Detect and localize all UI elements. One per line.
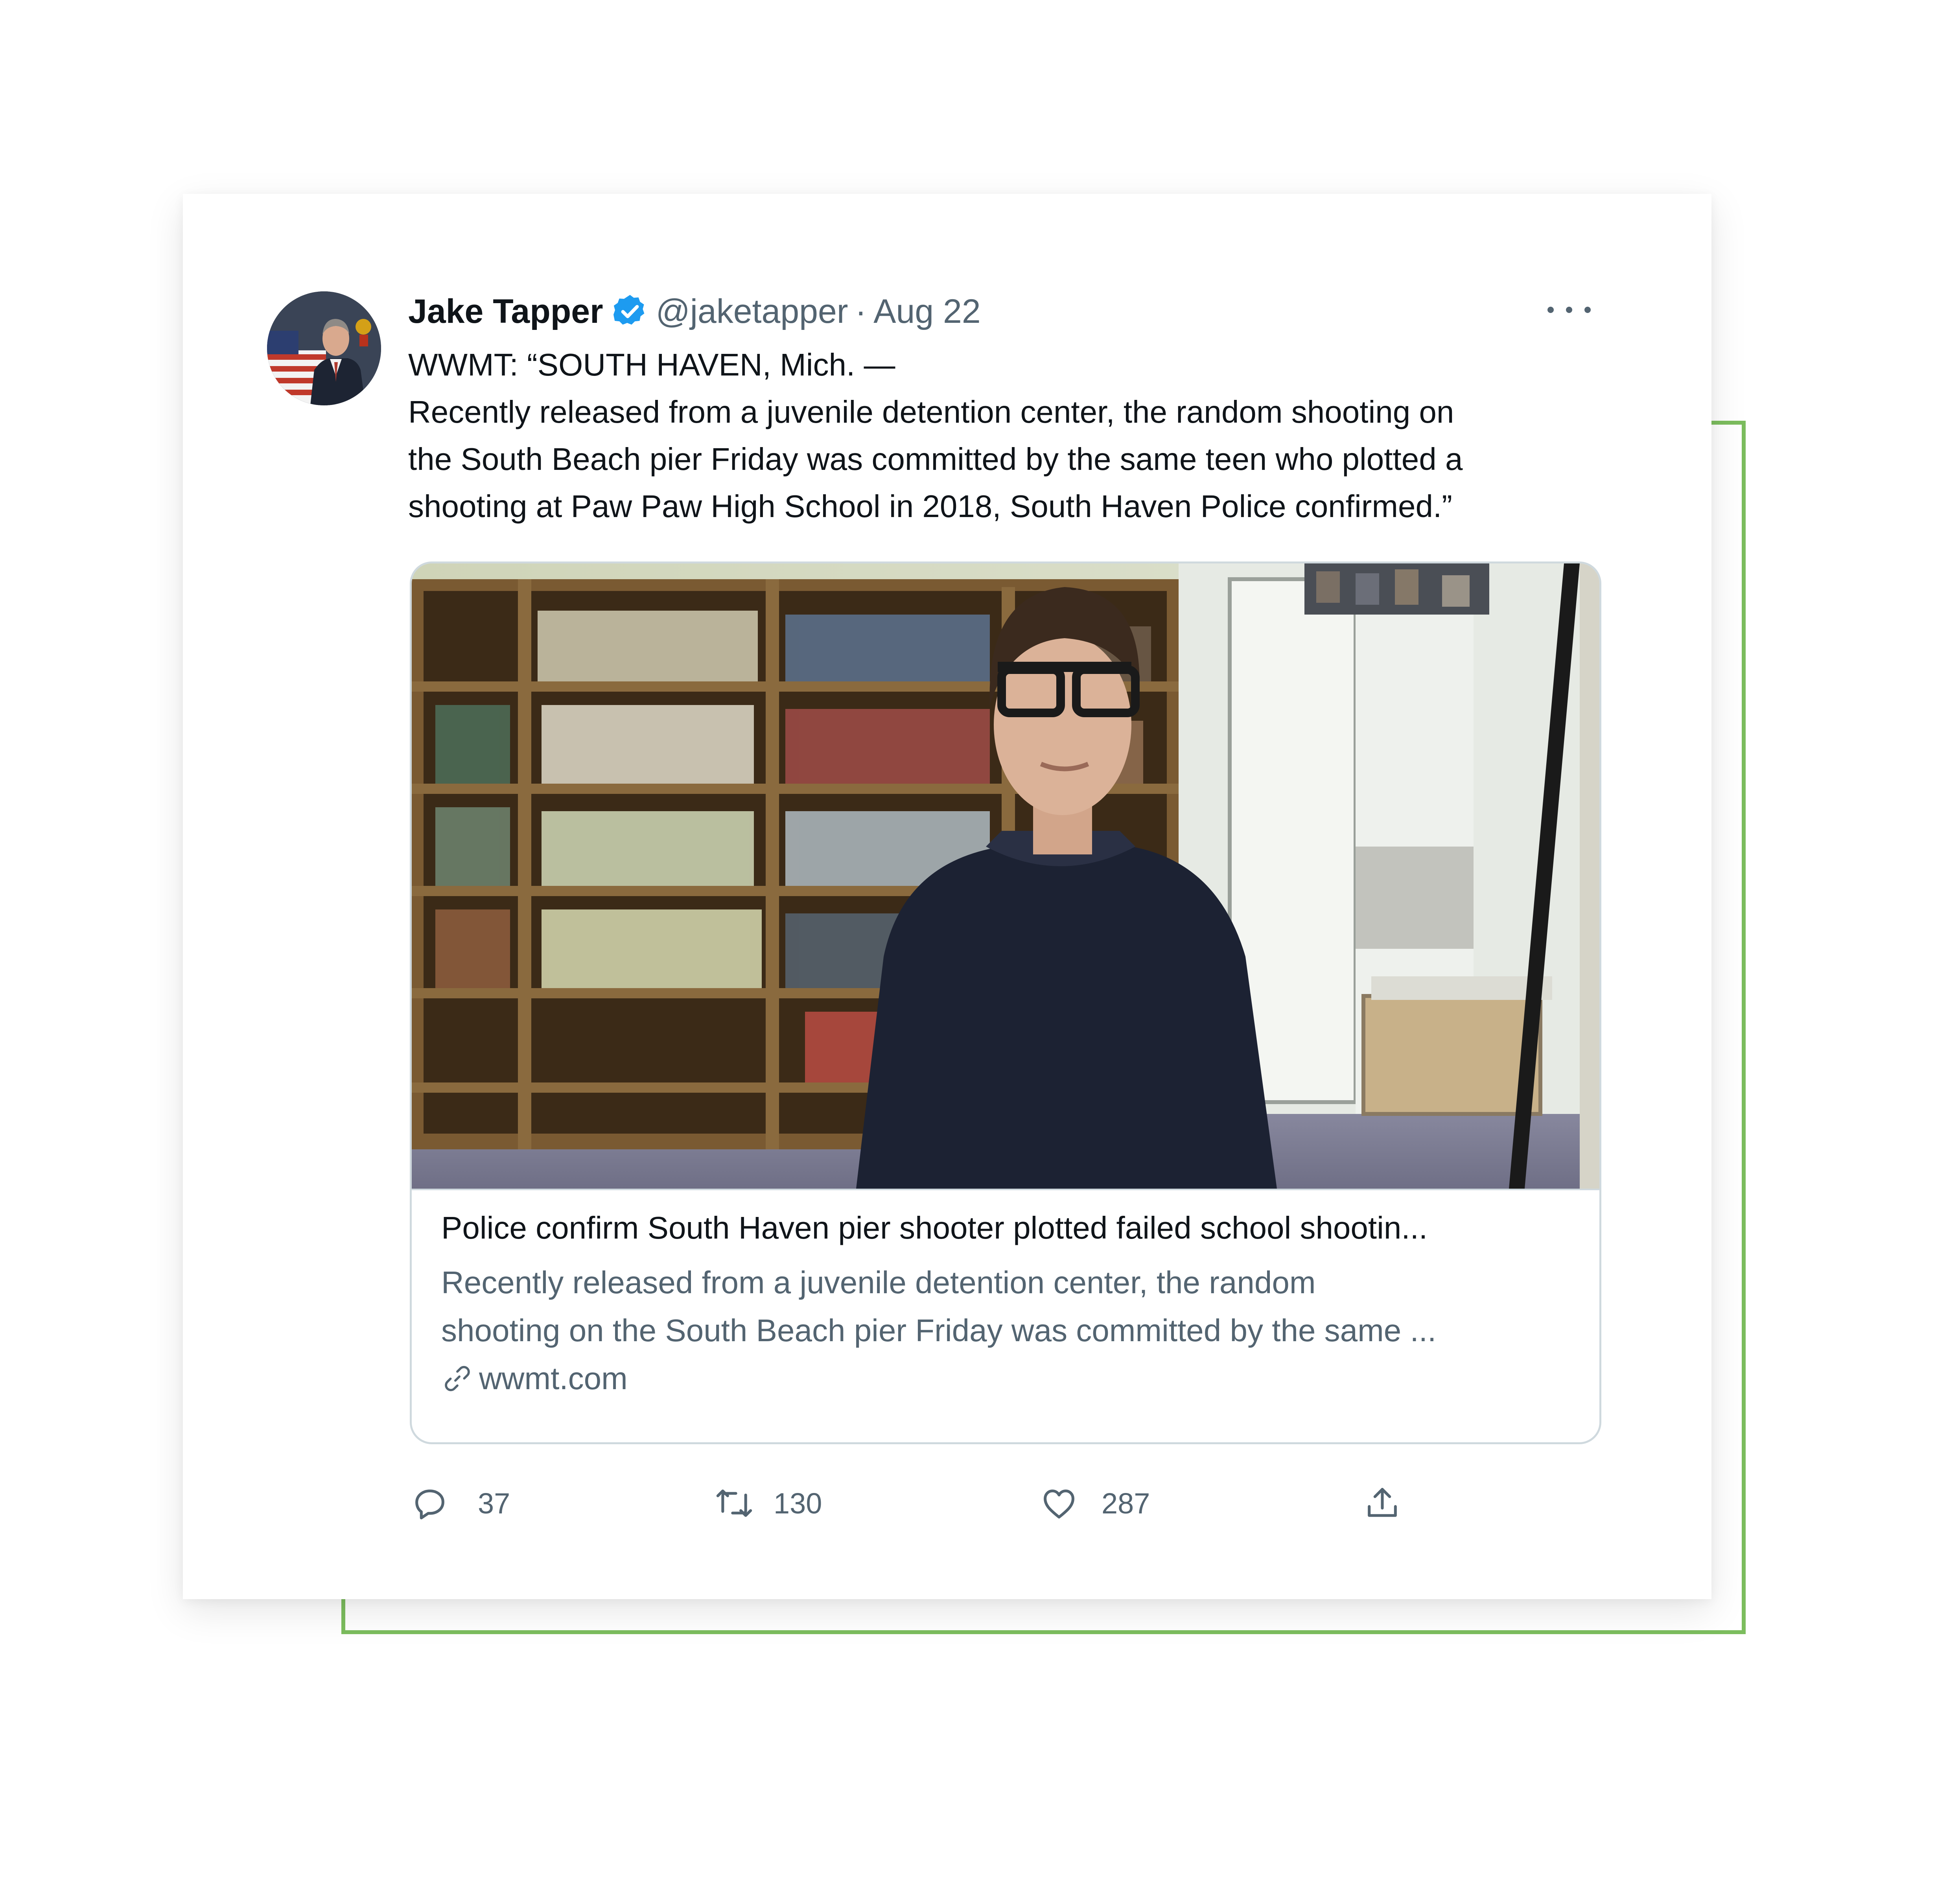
link-preview-domain[interactable]: wwmt.com [441,1357,628,1400]
like-button[interactable]: 287 [1039,1480,1150,1527]
author-handle[interactable]: @jaketapper [656,292,848,331]
tweet-card[interactable]: Jake Tapper @jaketapper · Aug 22 WWMT: “… [183,194,1711,1599]
tweet-text-line: WWMT: “SOUTH HAVEN, Mich. — [408,347,895,382]
retweet-count: 130 [774,1487,822,1520]
avatar[interactable] [267,291,381,405]
tweet-text: WWMT: “SOUTH HAVEN, Mich. — Recently rel… [408,341,1667,530]
link-preview-image[interactable] [412,563,1599,1190]
reply-icon [415,1489,444,1520]
tweet-text-line: Recently released from a juvenile detent… [408,394,1454,429]
tweet-header: Jake Tapper @jaketapper · Aug 22 [408,290,981,333]
tweet-text-line: shooting at Paw Paw High School in 2018,… [408,489,1452,524]
share-icon [1368,1488,1397,1517]
tweet-date[interactable]: Aug 22 [873,292,981,331]
retweet-button[interactable]: 130 [715,1480,822,1527]
verified-badge-icon [611,293,649,330]
share-button[interactable] [1363,1480,1402,1527]
more-options-icon[interactable] [1547,298,1591,322]
link-preview-description: Recently released from a juvenile detent… [441,1259,1436,1355]
link-preview-card[interactable]: Police confirm South Haven pier shooter … [410,561,1601,1444]
like-count: 287 [1102,1487,1150,1520]
retweet-icon [716,1489,752,1517]
header-separator: · [855,292,867,330]
link-preview-description-line: shooting on the South Beach pier Friday … [441,1313,1437,1348]
tweet-actions: 37 130 287 [183,1480,1711,1527]
tweet-text-line: the South Beach pier Friday was committe… [408,442,1463,477]
author-name[interactable]: Jake Tapper [408,292,603,331]
reply-count: 37 [478,1487,510,1520]
link-icon [445,1366,470,1392]
reply-button[interactable]: 37 [410,1480,510,1527]
link-preview-title[interactable]: Police confirm South Haven pier shooter … [441,1206,1428,1250]
link-preview-description-line: Recently released from a juvenile detent… [441,1265,1316,1300]
heart-icon [1044,1489,1074,1519]
link-preview-domain-text[interactable]: wwmt.com [479,1360,628,1397]
